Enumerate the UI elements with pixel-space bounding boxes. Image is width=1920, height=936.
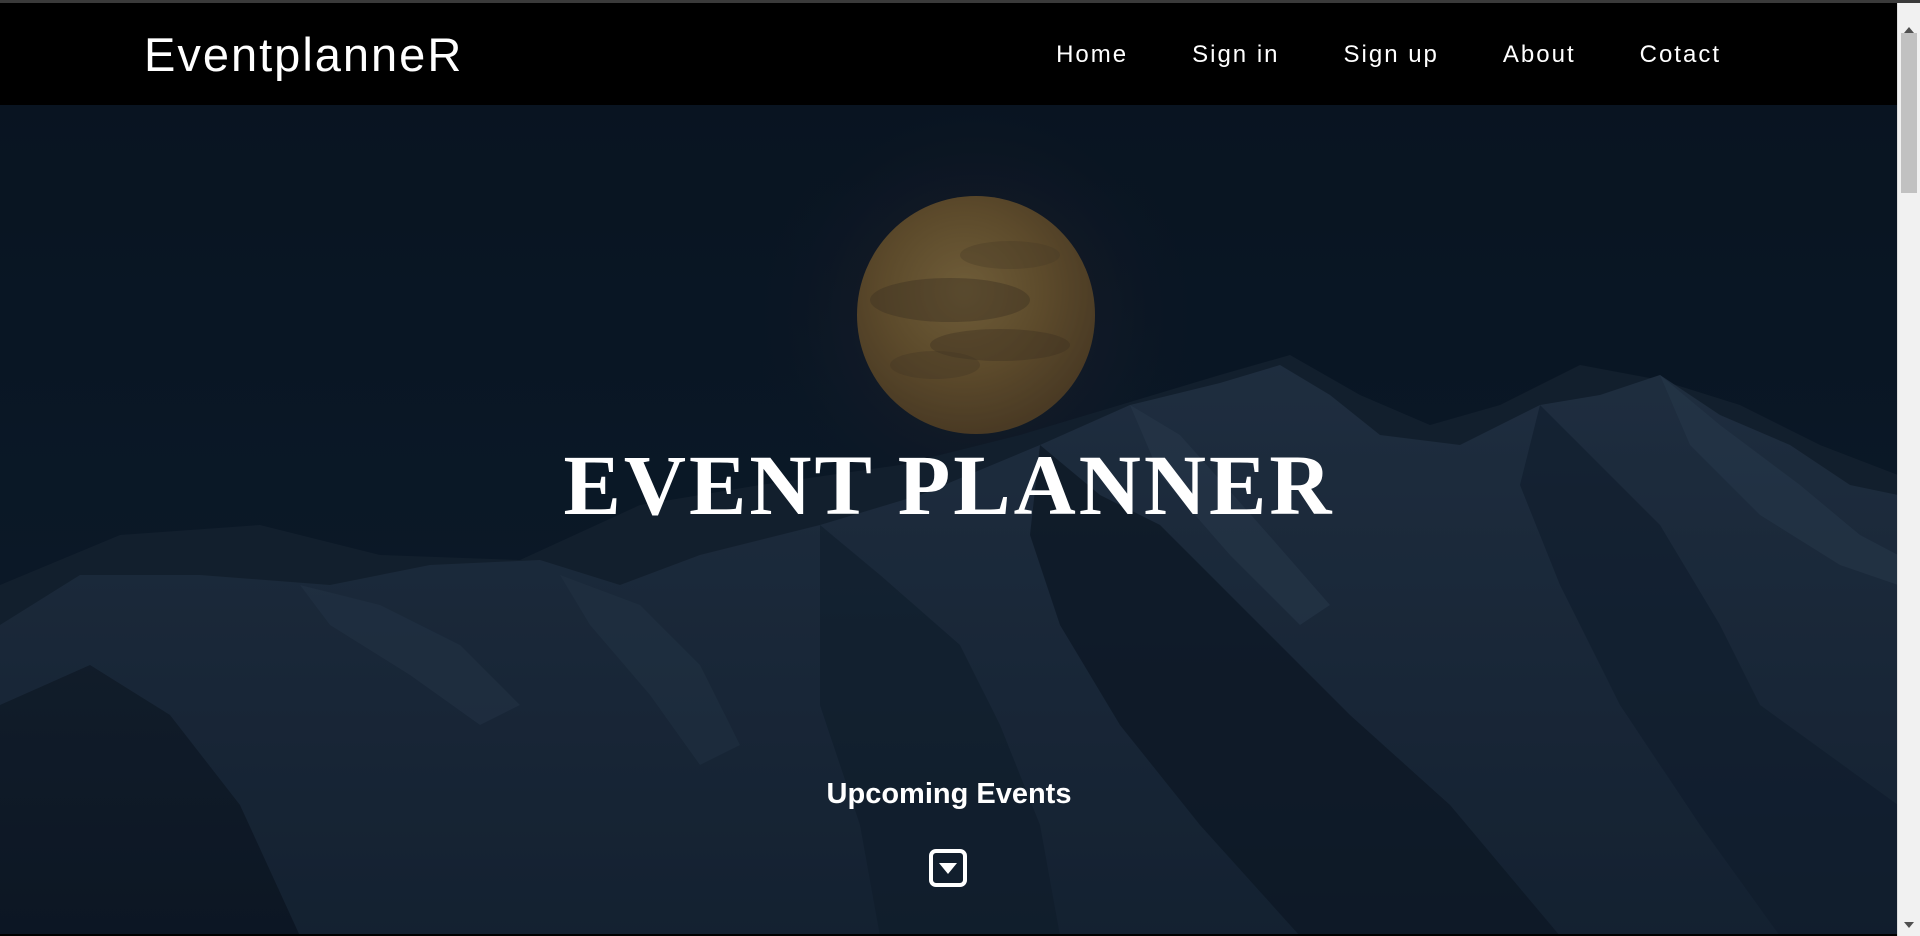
nav-link-about[interactable]: About <box>1503 41 1576 69</box>
page: EventplanneR Home Sign in Sign up About … <box>0 0 1920 936</box>
caret-down-square-icon[interactable] <box>928 848 968 888</box>
nav-link-sign-up[interactable]: Sign up <box>1344 41 1439 69</box>
nav-link-sign-in[interactable]: Sign in <box>1192 41 1279 69</box>
hero-section: EVENT PLANNER Upcoming Events <box>0 105 1898 936</box>
navbar: EventplanneR Home Sign in Sign up About … <box>0 3 1898 105</box>
nav-link-home[interactable]: Home <box>1056 41 1128 69</box>
scrollbar-thumb[interactable] <box>1901 33 1917 193</box>
window-top-edge <box>0 0 1920 3</box>
brand-logo-link[interactable]: EventplanneR <box>144 27 463 82</box>
nav-link-contact[interactable]: Cotact <box>1640 41 1721 69</box>
main-nav: Home Sign in Sign up About Cotact <box>992 41 1721 69</box>
scroll-down-arrow-icon[interactable] <box>1904 922 1914 928</box>
upcoming-events-heading: Upcoming Events <box>826 778 1072 810</box>
hero-title: EVENT PLANNER <box>563 437 1335 533</box>
vertical-scrollbar[interactable] <box>1897 3 1920 936</box>
